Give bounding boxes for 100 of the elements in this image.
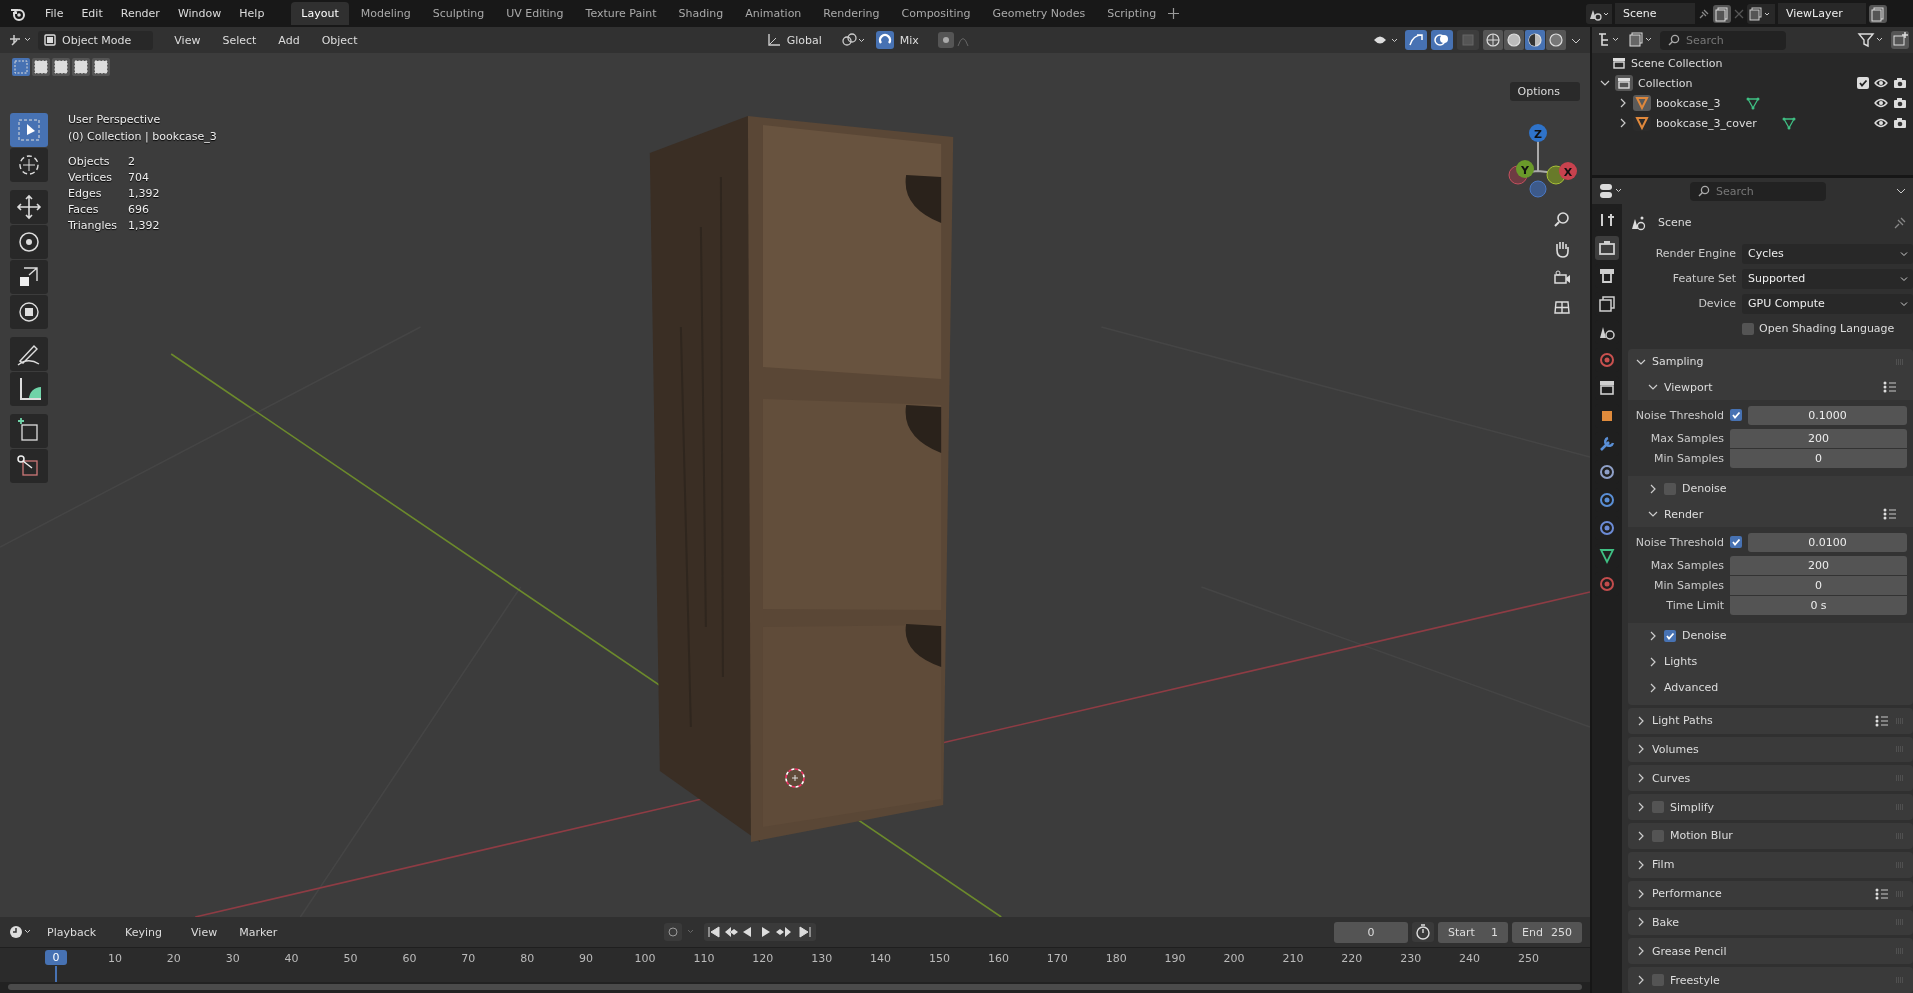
checkbox[interactable] — [1652, 801, 1664, 814]
presets-icon[interactable] — [1883, 508, 1897, 521]
stopwatch-icon[interactable] — [1412, 922, 1434, 942]
workspace-tab[interactable]: Geometry Nodes — [982, 2, 1096, 25]
shading-mode-icon[interactable] — [1525, 30, 1545, 50]
menu-item[interactable]: Select — [213, 30, 266, 50]
workspace-tab[interactable]: Scripting — [1097, 2, 1167, 25]
mesh-data-icon[interactable] — [1745, 96, 1760, 110]
dropdown[interactable]: GPU Compute — [1742, 293, 1913, 314]
workspace-tab[interactable]: Rendering — [813, 2, 890, 25]
workspace-tab[interactable]: Texture Paint — [575, 2, 667, 25]
cursor-tool-icon[interactable] — [10, 148, 48, 182]
workspace-tab[interactable]: Sculpting — [422, 2, 495, 25]
menu-item[interactable]: Object — [312, 30, 367, 50]
current-frame-field[interactable]: 0 — [1334, 921, 1408, 943]
copy-icon[interactable] — [1869, 4, 1887, 23]
select-mode-icon[interactable] — [72, 58, 90, 76]
workspace-tab[interactable]: UV Editing — [496, 2, 574, 25]
menu-item[interactable]: View — [182, 922, 227, 942]
cut-tool-icon[interactable] — [10, 449, 48, 483]
mode-dropdown[interactable]: Object Mode — [38, 30, 154, 50]
number-field[interactable]: 0 — [1730, 448, 1907, 468]
search-field[interactable]: Search — [1660, 30, 1786, 50]
checkbox[interactable] — [1730, 536, 1742, 549]
mesh-data-icon[interactable] — [1781, 116, 1796, 130]
presets-icon[interactable] — [1883, 381, 1897, 394]
presets-icon[interactable] — [1875, 714, 1889, 727]
select-mode-icon[interactable] — [32, 58, 50, 76]
workspace-tab[interactable]: Compositing — [891, 2, 981, 25]
panel-header[interactable]: Volumes — [1628, 736, 1913, 763]
menu-item[interactable]: Render — [111, 4, 169, 23]
panel-header[interactable]: Light Paths — [1628, 707, 1913, 734]
camera-icon[interactable] — [1893, 97, 1907, 109]
menu-item[interactable]: File — [36, 4, 73, 23]
workspace-tab[interactable]: Modeling — [350, 2, 421, 25]
eye-icon[interactable] — [1874, 97, 1888, 109]
shading-mode-icon[interactable] — [1504, 30, 1524, 50]
close-icon[interactable] — [1734, 8, 1744, 19]
panel-header[interactable]: Curves — [1628, 765, 1913, 792]
eye-icon[interactable] — [1874, 77, 1888, 89]
checkbox[interactable] — [1742, 322, 1754, 335]
measure-tool-icon[interactable] — [10, 372, 48, 406]
number-field[interactable]: 200 — [1730, 555, 1907, 575]
playback-controls-icon[interactable] — [704, 923, 817, 941]
subpanel-header[interactable]: Advanced — [1628, 674, 1913, 701]
eye-icon[interactable] — [1874, 117, 1888, 129]
subpanel-header[interactable]: Denoise — [1628, 475, 1913, 502]
new-collection-icon[interactable] — [1891, 31, 1909, 49]
search-field[interactable]: Search — [1690, 181, 1826, 201]
checkbox[interactable] — [1730, 409, 1742, 422]
scene-icon[interactable] — [1586, 3, 1612, 24]
menu-item[interactable]: Marker — [230, 922, 287, 942]
menu-item[interactable]: Window — [168, 4, 231, 23]
subpanel-header[interactable]: Denoise — [1628, 622, 1913, 649]
presets-icon[interactable] — [1875, 887, 1889, 900]
scale-tool-icon[interactable] — [10, 260, 48, 294]
playhead[interactable]: 0 — [45, 950, 67, 965]
number-field[interactable]: 0 s — [1730, 595, 1907, 615]
menu-item[interactable]: Keying — [116, 922, 179, 942]
menu-item[interactable]: Add — [269, 30, 309, 50]
axis-gizmo-drawing[interactable]: Z Y X — [1498, 111, 1578, 201]
select-mode-icon[interactable] — [92, 58, 110, 76]
panel-header[interactable]: Motion Blur — [1628, 823, 1913, 849]
add-cube-tool-icon[interactable] — [10, 414, 48, 448]
checkbox[interactable] — [1664, 629, 1676, 642]
number-field[interactable]: 0.1000 — [1748, 405, 1907, 425]
number-field[interactable]: 0.0100 — [1748, 532, 1907, 552]
pin-icon[interactable] — [1698, 7, 1710, 20]
add-workspace-icon[interactable] — [1168, 8, 1180, 19]
dropdown[interactable]: Supported — [1742, 268, 1913, 289]
workspace-tab[interactable]: Animation — [735, 2, 812, 25]
gizmo-toggle-icon[interactable] — [1405, 30, 1427, 50]
workspace-tab[interactable]: Shading — [668, 2, 734, 25]
scrollbar[interactable] — [8, 984, 1582, 990]
render-tab-icon[interactable] — [1595, 236, 1619, 260]
end-frame-field[interactable]: End 250 — [1512, 921, 1582, 943]
menu-item[interactable]: Help — [230, 4, 274, 23]
copy-icon[interactable] — [1713, 4, 1731, 23]
workspace-tab[interactable]: Layout — [291, 2, 349, 25]
tree-row[interactable]: Scene Collection — [1592, 53, 1913, 73]
panel-header[interactable]: Film — [1628, 851, 1913, 878]
camera-icon[interactable] — [1893, 117, 1907, 129]
number-field[interactable]: 0 — [1730, 575, 1907, 595]
shading-mode-icon[interactable] — [1546, 30, 1566, 50]
start-frame-field[interactable]: Start 1 — [1438, 921, 1508, 943]
view-layer-field[interactable]: ViewLayer — [1778, 3, 1866, 24]
tree-row[interactable]: bookcase_3 — [1592, 93, 1913, 113]
dropdown[interactable]: Cycles — [1742, 243, 1913, 264]
panel-header[interactable]: Performance — [1628, 880, 1913, 907]
orientation-dropdown[interactable]: Global — [762, 30, 836, 50]
subpanel-header[interactable]: Lights — [1628, 648, 1913, 675]
annotate-tool-icon[interactable] — [10, 337, 48, 371]
panel-header[interactable]: Bake — [1628, 909, 1913, 936]
checkbox[interactable] — [1664, 482, 1676, 495]
pin-icon[interactable] — [1893, 215, 1907, 230]
panel-header[interactable]: Freestyle — [1628, 967, 1913, 993]
menu-item[interactable]: Playback — [38, 922, 113, 942]
view-layer-icon[interactable] — [1747, 3, 1775, 24]
transform-tool-icon[interactable] — [10, 295, 48, 329]
menu-item[interactable]: View — [165, 30, 210, 50]
